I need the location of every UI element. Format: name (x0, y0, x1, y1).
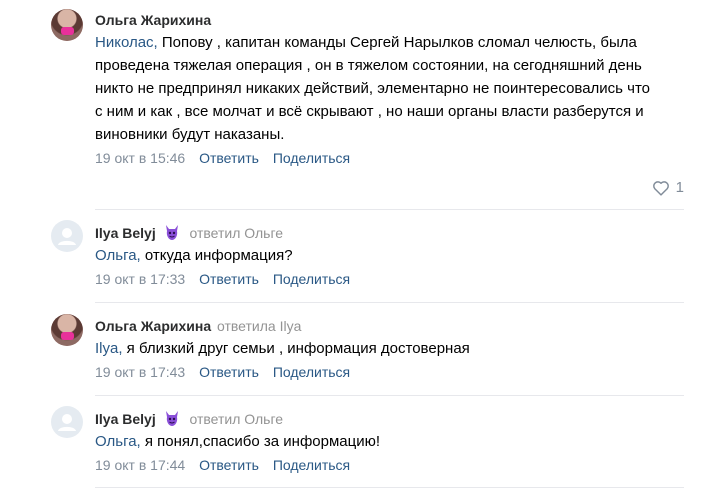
purple-devil-emoji-icon (165, 225, 178, 240)
reply-target[interactable]: ответил Ольге (189, 225, 283, 241)
comment-date[interactable]: 19 окт в 17:33 (95, 271, 185, 287)
comment-meta: 19 окт в 15:46 Ответить Поделиться (95, 149, 692, 167)
comment-body: откуда информация? (140, 247, 293, 264)
comment-text: Николас, Попову , капитан команды Сергей… (95, 31, 655, 146)
share-button[interactable]: Поделиться (273, 271, 350, 287)
comment-text: Ольга, откуда информация? (95, 244, 692, 267)
author-name[interactable]: Ольга Жарихина (95, 12, 211, 28)
avatar[interactable] (51, 9, 83, 41)
avatar-photo (51, 314, 83, 346)
avatar-photo (51, 9, 83, 41)
comment-thread: Ольга Жарихина Николас, Попову , капитан… (0, 0, 712, 490)
author-name[interactable]: Ilya Belyj (95, 411, 156, 427)
heart-outline-icon (652, 180, 669, 196)
comment-body: Попову , капитан команды Сергей Нарылков… (95, 34, 651, 143)
divider (95, 209, 684, 210)
comment-body: я понял,спасибо за информацию! (140, 433, 381, 450)
reply-button[interactable]: Ответить (199, 150, 259, 166)
reply-button[interactable]: Ответить (199, 271, 259, 287)
reply-target[interactable]: ответила Ilya (217, 318, 301, 334)
divider (95, 487, 684, 488)
mention-link[interactable]: Николас, (95, 34, 158, 51)
avatar[interactable] (51, 314, 83, 346)
comment-meta: 19 окт в 17:44 Ответить Поделиться (95, 456, 692, 474)
user-silhouette-icon (58, 414, 76, 431)
user-silhouette-icon (58, 228, 76, 245)
comment-text: Ilya, я близкий друг семьи , информация … (95, 337, 692, 360)
avatar[interactable] (51, 406, 83, 438)
avatar-mask (61, 332, 74, 340)
author-name[interactable]: Ilya Belyj (95, 225, 156, 241)
like-count: 1 (675, 179, 684, 196)
mention-link[interactable]: Ольга, (95, 433, 141, 450)
reply-button[interactable]: Ответить (199, 457, 259, 473)
share-button[interactable]: Поделиться (273, 150, 350, 166)
comment-date[interactable]: 19 окт в 17:44 (95, 457, 185, 473)
divider (95, 302, 684, 303)
divider (95, 395, 684, 396)
comment-meta: 19 окт в 17:33 Ответить Поделиться (95, 270, 692, 288)
comment-body: я близкий друг семьи , информация достов… (122, 340, 470, 357)
mention-link[interactable]: Ольга, (95, 247, 141, 264)
comment-date[interactable]: 19 окт в 15:46 (95, 150, 185, 166)
comment-meta: 19 окт в 17:43 Ответить Поделиться (95, 363, 692, 381)
author-name[interactable]: Ольга Жарихина (95, 318, 211, 334)
purple-devil-emoji-icon (165, 411, 178, 426)
avatar[interactable] (51, 220, 83, 252)
share-button[interactable]: Поделиться (273, 364, 350, 380)
share-button[interactable]: Поделиться (273, 457, 350, 473)
reply-target[interactable]: ответил Ольге (189, 411, 283, 427)
mention-link[interactable]: Ilya, (95, 340, 123, 357)
reply-button[interactable]: Ответить (199, 364, 259, 380)
avatar-mask (61, 27, 74, 35)
comment-date[interactable]: 19 окт в 17:43 (95, 364, 185, 380)
like-button[interactable]: 1 (652, 179, 684, 196)
comment-text: Ольга, я понял,спасибо за информацию! (95, 430, 692, 453)
